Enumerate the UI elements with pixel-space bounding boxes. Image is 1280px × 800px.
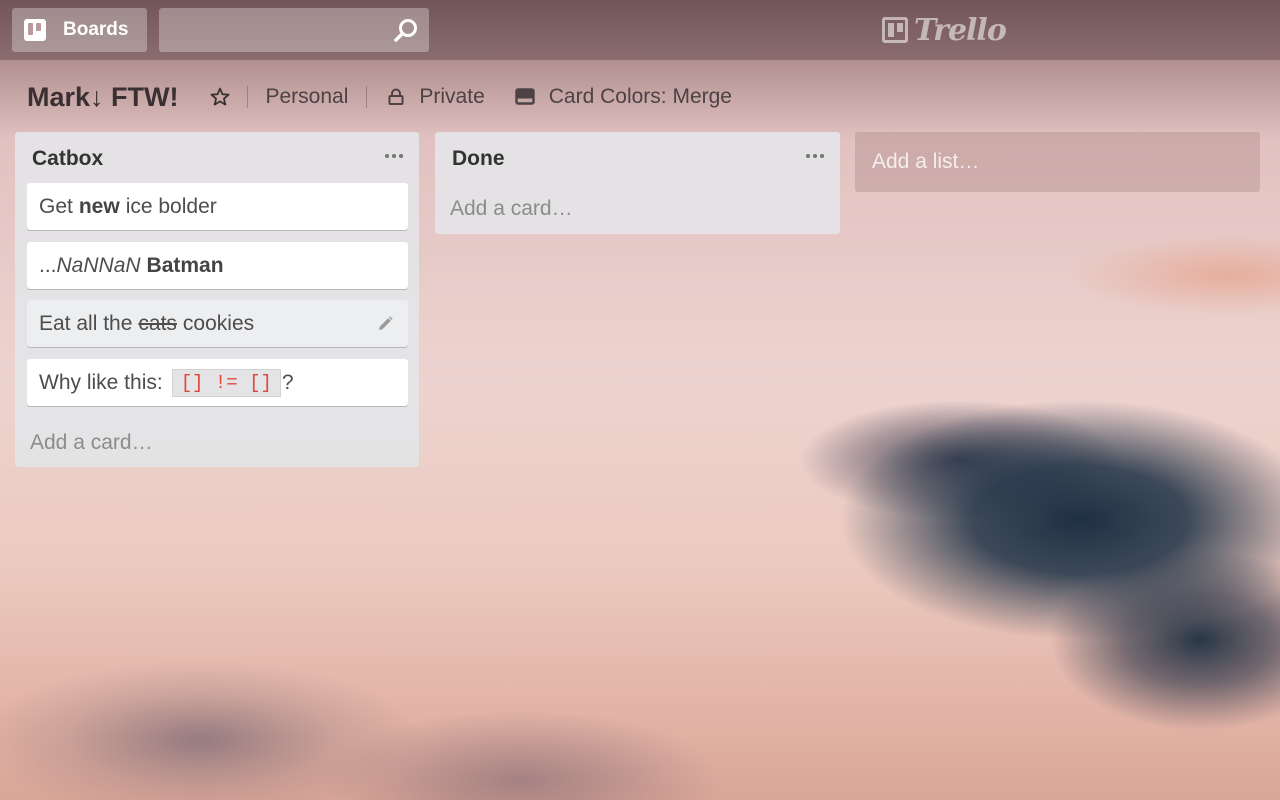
card-text: ... [39, 253, 57, 277]
card-text: Why like this: [39, 370, 163, 394]
card-inline-code: [] != [] [171, 368, 281, 397]
add-list-button[interactable]: Add a list… [855, 132, 1260, 192]
card-text-strikethrough: cats [138, 311, 177, 335]
card-text-italic: NaNNaN [56, 253, 141, 277]
board-header: Mark↓ FTW! Personal Private Card Colors:… [0, 74, 1280, 120]
card-why-like-this[interactable]: Why like this: [] != [] ? [27, 359, 408, 406]
card-colors-button[interactable]: Card Colors: Merge [515, 85, 732, 109]
list-title[interactable]: Done [452, 147, 505, 171]
card-text: ice bolder [125, 194, 217, 218]
card-colors-icon [515, 88, 535, 105]
card-eat-all-the-cookies[interactable]: Eat all the cats cookies [27, 300, 408, 347]
team-button[interactable]: Personal [266, 85, 349, 109]
add-card-button[interactable]: Add a card… [30, 431, 153, 455]
card-text: cookies [182, 311, 255, 335]
visibility-button[interactable]: Private [387, 85, 485, 109]
top-header: Boards Trello [0, 0, 1280, 60]
boards-label: Boards [63, 19, 129, 40]
trello-logo[interactable]: Trello [882, 12, 1007, 48]
card-text: ? [281, 370, 294, 394]
list-menu-icon[interactable] [385, 150, 403, 160]
trello-logo-icon [882, 17, 908, 43]
add-card-button[interactable]: Add a card… [450, 197, 573, 221]
card-text-bold: Batman [146, 253, 224, 277]
list-catbox: Catbox Get new ice bolder ... NaNNaN Bat… [15, 132, 419, 467]
search-input[interactable] [159, 8, 429, 52]
list-done: Done Add a card… [435, 132, 840, 234]
pencil-icon[interactable] [376, 315, 394, 333]
card-text: Get [39, 194, 73, 218]
card-text-bold: new [78, 194, 120, 218]
star-icon[interactable] [209, 86, 231, 108]
card-colors-label: Card Colors: Merge [548, 85, 732, 108]
team-label: Personal [265, 85, 349, 108]
lock-icon [388, 88, 404, 105]
search-icon[interactable] [393, 18, 419, 44]
add-list-label: Add a list… [872, 150, 980, 173]
trello-logo-text: Trello [914, 12, 1007, 48]
search-box [159, 8, 429, 52]
header-divider [246, 86, 248, 108]
header-divider [366, 86, 368, 108]
card-get-new-ice-bolder[interactable]: Get new ice bolder [27, 183, 408, 230]
card-text: Eat all the [39, 311, 133, 335]
list-menu-icon[interactable] [806, 150, 824, 160]
boards-icon [24, 19, 46, 41]
card-nannan-batman[interactable]: ... NaNNaN Batman [27, 242, 408, 289]
boards-button[interactable]: Boards [12, 8, 147, 52]
list-title[interactable]: Catbox [32, 147, 103, 171]
board-title[interactable]: Mark↓ FTW! [27, 82, 179, 113]
visibility-label: Private [419, 85, 485, 108]
